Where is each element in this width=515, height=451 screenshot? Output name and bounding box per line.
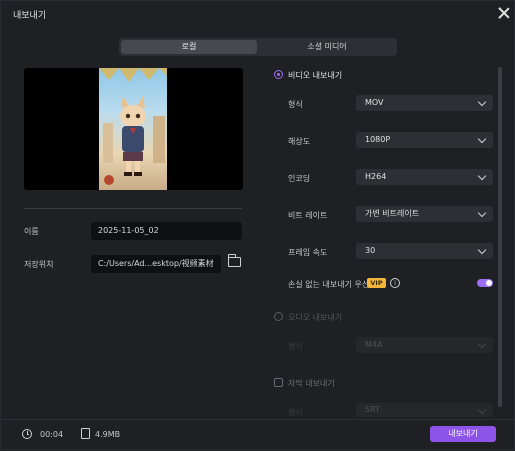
export-tabs: 로컬 소셜 미디어	[119, 38, 397, 56]
chevron-down-icon	[477, 245, 487, 255]
location-field[interactable]: C:/Users/Ad...esktop/视频素材	[91, 255, 221, 273]
info-icon[interactable]: i	[390, 278, 400, 288]
cat-illustration	[99, 68, 167, 185]
chevron-down-icon	[477, 97, 487, 107]
tab-social-media[interactable]: 소셜 미디어	[259, 40, 395, 54]
audio-format-select[interactable]: M4A	[356, 337, 493, 353]
folder-icon[interactable]	[228, 254, 241, 267]
subtitle-export-checkbox[interactable]	[274, 378, 283, 387]
left-divider	[24, 208, 242, 209]
bitrate-label: 비트 레이트	[288, 211, 328, 220]
audio-format-label: 형식	[288, 342, 303, 351]
format-label: 형식	[288, 100, 303, 109]
format-select[interactable]: MOV	[356, 95, 493, 111]
audio-export-label: 오디오 내보내기	[288, 313, 343, 322]
resolution-select[interactable]: 1080P	[356, 132, 493, 148]
subtitle-format-select[interactable]: SRT	[356, 403, 493, 417]
vip-badge: VIP	[367, 278, 386, 288]
name-label: 이름	[24, 227, 39, 236]
export-dialog: 내보내기 로컬 소셜 미디어 이름 2025-11-05_02 저장위치 C:/…	[0, 0, 515, 450]
title-bar: 내보내기	[1, 1, 515, 26]
subtitle-format-value: SRT	[365, 405, 380, 414]
chevron-down-icon	[477, 405, 487, 415]
framerate-select[interactable]: 30	[356, 243, 493, 259]
chevron-down-icon	[477, 208, 487, 218]
duration-text: 00:04	[40, 430, 64, 439]
subtitle-format-label: 형식	[288, 408, 303, 417]
file-size-text: 4.9MB	[95, 430, 121, 439]
chevron-down-icon	[477, 171, 487, 181]
resolution-value: 1080P	[365, 135, 391, 144]
dialog-title: 내보내기	[13, 11, 47, 21]
resolution-label: 해상도	[288, 137, 311, 146]
audio-export-radio[interactable]	[274, 312, 283, 321]
chevron-down-icon	[477, 339, 487, 349]
name-field[interactable]: 2025-11-05_02	[91, 222, 242, 240]
encoding-label: 인코딩	[288, 174, 311, 183]
video-export-label: 비디오 내보내기	[288, 71, 343, 80]
file-size-icon	[81, 428, 90, 439]
video-preview	[24, 68, 243, 190]
framerate-value: 30	[365, 246, 376, 255]
encoding-select[interactable]: H264	[356, 169, 493, 185]
bitrate-value: 가변 비트레이트	[365, 209, 420, 218]
clock-icon	[22, 429, 32, 439]
preview-thumbnail	[99, 68, 167, 190]
close-icon[interactable]	[497, 6, 511, 20]
encoding-value: H264	[365, 172, 387, 181]
framerate-label: 프레임 속도	[288, 248, 328, 257]
bitrate-select[interactable]: 가변 비트레이트	[356, 206, 493, 222]
tab-local[interactable]: 로컬	[121, 40, 257, 54]
lossless-label: 손실 없는 내보내기 우선	[288, 280, 370, 289]
export-button[interactable]: 내보내기	[430, 426, 496, 442]
location-label: 저장위치	[24, 260, 54, 269]
chevron-down-icon	[477, 134, 487, 144]
settings-scrollbar[interactable]	[498, 67, 502, 407]
lossless-toggle[interactable]	[477, 279, 493, 287]
subtitle-export-label: 자막 내보내기	[288, 379, 335, 388]
video-export-radio[interactable]	[274, 70, 283, 79]
format-value: MOV	[365, 98, 384, 107]
audio-format-value: M4A	[365, 340, 383, 349]
